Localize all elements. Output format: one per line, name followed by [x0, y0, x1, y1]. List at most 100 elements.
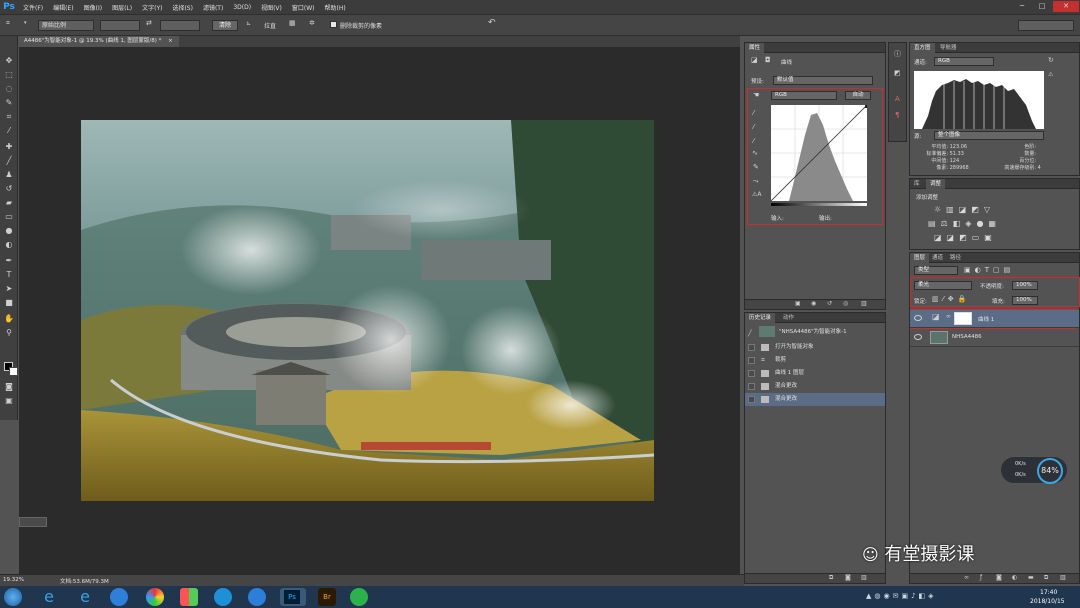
fill-field[interactable]: 100%	[1012, 296, 1038, 305]
tab-adjustments[interactable]: 调整	[926, 179, 946, 189]
clock-date[interactable]: 2018/10/15	[1030, 598, 1065, 605]
new-adjustment-icon[interactable]: ◐	[1012, 574, 1017, 581]
net-speed-widget[interactable]: 0K/s 0K/s 84%	[1000, 456, 1068, 484]
layer-row-selected[interactable]: ◪ ∞ 曲线 1	[910, 310, 1079, 328]
link-layers-icon[interactable]: ∞	[964, 574, 969, 581]
menu-image[interactable]: 图像(I)	[79, 3, 107, 12]
clear-button[interactable]: 清除	[212, 20, 238, 31]
mini-toolbar[interactable]	[19, 517, 47, 527]
ratio-select[interactable]: 原始比例	[38, 20, 94, 31]
store-icon[interactable]	[180, 588, 198, 606]
sogou-icon[interactable]	[248, 588, 266, 606]
history-snapshot[interactable]: ╱ "NHSA4486"为智能对象-1	[745, 324, 885, 340]
preset-select[interactable]: 默认值	[773, 76, 873, 85]
type-tool-icon[interactable]: T	[4, 270, 14, 280]
checkbox[interactable]	[748, 357, 755, 364]
close-button[interactable]: ✕	[1053, 1, 1079, 12]
overlay-grid-icon[interactable]: ▦	[289, 19, 296, 27]
character-icon[interactable]: A	[895, 95, 900, 103]
histogram-source-select[interactable]: 整个图像	[934, 131, 1044, 140]
visibility-icon[interactable]: ◎	[843, 300, 848, 307]
crop-tool-icon[interactable]: ⌗	[4, 112, 14, 122]
hand-adjust-icon[interactable]: ☚	[753, 91, 759, 99]
new-layer-icon[interactable]: ⧉	[1044, 574, 1048, 582]
layer-name[interactable]: 曲线 1	[978, 315, 994, 323]
gradient-tool-icon[interactable]: ▭	[4, 212, 14, 222]
document-image[interactable]	[81, 120, 654, 501]
menu-view[interactable]: 视图(V)	[256, 3, 287, 12]
path-select-icon[interactable]: ➤	[4, 284, 14, 294]
tab-channels[interactable]: 通道	[928, 253, 947, 263]
screen-mode-icon[interactable]: ▣	[4, 396, 14, 406]
marquee-tool-icon[interactable]: ⬚	[4, 70, 14, 80]
workspace-select[interactable]	[1018, 20, 1074, 31]
tab-actions[interactable]: 动作	[779, 313, 798, 323]
pencil-icon[interactable]: ✎	[753, 163, 759, 171]
camera-icon[interactable]: ◙	[845, 574, 851, 581]
menu-help[interactable]: 帮助(H)	[320, 3, 351, 12]
menu-edit[interactable]: 编辑(E)	[48, 3, 78, 12]
straighten-label[interactable]: 拉直	[264, 21, 276, 30]
histogram-channel-select[interactable]: RGB	[934, 57, 994, 66]
crop-icon[interactable]: ⌗	[6, 19, 10, 28]
shape-tool-icon[interactable]: ■	[4, 298, 14, 308]
checkbox[interactable]	[748, 383, 755, 390]
tray-icons[interactable]: ▲◍◉✉▣♪◧◈	[866, 592, 937, 600]
zoom-tool-icon[interactable]: ⚲	[4, 328, 14, 338]
document-tab[interactable]: A4486"为智能对象-1 @ 19.3% (曲线 1, 图层蒙版/8) * ×	[18, 36, 179, 47]
fx-icon[interactable]: ƒ	[980, 574, 982, 581]
tab-properties[interactable]: 属性	[745, 43, 765, 53]
checkbox[interactable]	[748, 370, 755, 377]
tab-histogram[interactable]: 直方图	[910, 43, 935, 53]
history-item[interactable]: 打开为智能对象	[745, 341, 885, 354]
ie-icon[interactable]: e	[40, 588, 58, 606]
minimize-button[interactable]: ─	[1013, 1, 1031, 12]
zoom-readout[interactable]: 19.32%	[3, 577, 24, 583]
history-brush-icon[interactable]: ↺	[4, 184, 14, 194]
channel-select[interactable]: RGB	[771, 91, 837, 100]
eye-icon[interactable]	[914, 315, 922, 321]
tab-layers[interactable]: 图层	[910, 253, 930, 263]
layer-filter-select[interactable]: 类型	[914, 266, 958, 275]
menu-3d[interactable]: 3D(D)	[228, 4, 256, 11]
history-item[interactable]: 曲线 1 图层	[745, 367, 885, 380]
auto-button[interactable]: 自动	[845, 91, 871, 100]
quick-select-tool-icon[interactable]: ✎	[4, 98, 14, 108]
folder-icon[interactable]: ▬	[1028, 574, 1034, 581]
menu-layer[interactable]: 图层(L)	[107, 3, 137, 12]
adjustment-icons-row-1[interactable]: ☼▥◪◩▽	[934, 205, 995, 214]
reset-adjust-icon[interactable]: ↺	[827, 300, 832, 307]
clipping-warning-icon[interactable]: ⚠A	[752, 191, 761, 198]
menu-window[interactable]: 窗口(W)	[287, 3, 320, 12]
maximize-button[interactable]: □	[1033, 1, 1051, 12]
close-tab-icon[interactable]: ×	[168, 38, 173, 44]
opacity-field[interactable]: 100%	[1012, 281, 1038, 290]
smooth-icon[interactable]: ⤳	[753, 177, 759, 186]
view-previous-icon[interactable]: ◉	[811, 300, 816, 307]
delete-cropped-checkbox[interactable]	[330, 21, 337, 28]
blur-tool-icon[interactable]: ●	[4, 226, 14, 236]
curve-edit-icon[interactable]: ∿	[752, 149, 758, 157]
wechat-task-icon[interactable]	[350, 588, 368, 606]
adjustment-icons-row-2[interactable]: ▤⚖◧◈●▦	[928, 219, 1001, 228]
photoshop-task[interactable]: Ps	[280, 588, 306, 606]
adjustment-icons-row-3[interactable]: ◪◪◩▭▣	[934, 233, 997, 242]
tab-navigator[interactable]: 导航器	[936, 43, 961, 53]
info-icon[interactable]: ⓘ	[894, 49, 901, 59]
clip-layer-icon[interactable]: ▣	[795, 300, 801, 307]
chevron-down-icon[interactable]: ▾	[24, 20, 27, 26]
height-field[interactable]	[160, 20, 200, 31]
eyedropper-white-icon[interactable]: ⁄	[753, 137, 754, 145]
background-color-swatch[interactable]	[9, 367, 18, 376]
layer-mask-thumbnail[interactable]	[954, 312, 972, 325]
menu-file[interactable]: 文件(F)	[18, 3, 48, 12]
trash-icon[interactable]: ▥	[861, 300, 867, 307]
qq-browser-icon[interactable]	[214, 588, 232, 606]
lasso-tool-icon[interactable]: ◌	[4, 84, 14, 94]
reset-icon[interactable]: ↶	[488, 18, 496, 28]
layer-row[interactable]: NHSA4486	[910, 329, 1079, 347]
tab-paths[interactable]: 路径	[946, 253, 965, 263]
edge-icon[interactable]: e	[76, 588, 94, 606]
curves-graph[interactable]	[771, 105, 867, 201]
link-icon[interactable]: ∞	[946, 313, 951, 320]
